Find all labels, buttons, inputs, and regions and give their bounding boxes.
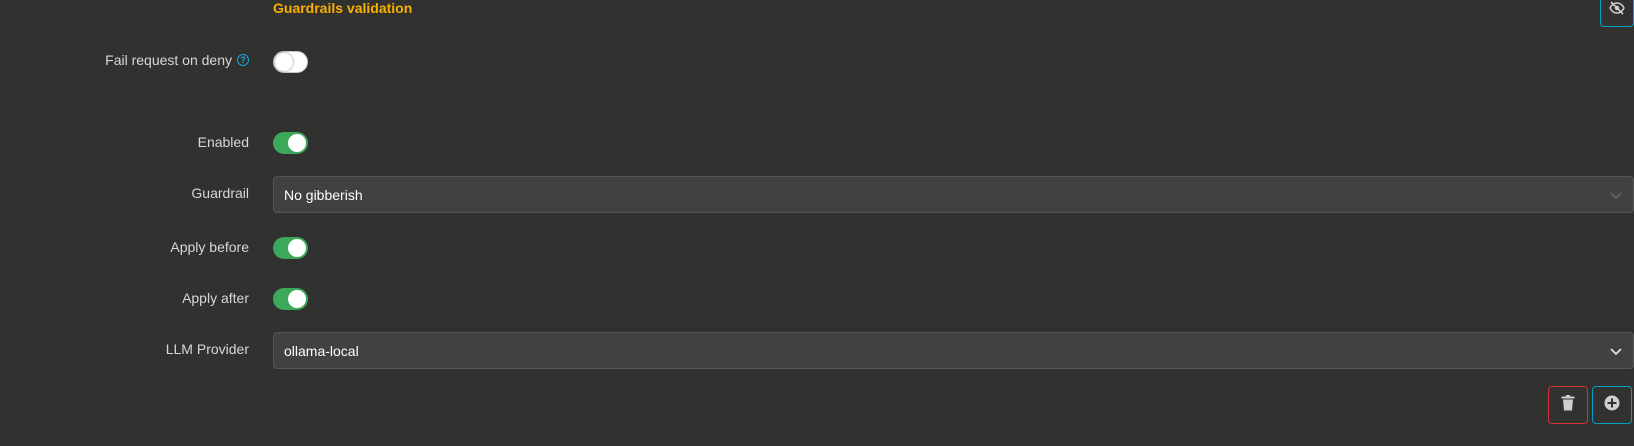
llm-provider-text: LLM Provider [165,341,249,357]
toggle-knob [288,134,306,152]
enabled-toggle[interactable] [273,132,308,154]
guardrail-text: Guardrail [191,185,249,201]
toggle-knob [288,239,306,257]
guardrail-label: Guardrail [191,185,249,201]
guardrail-value: No gibberish [284,186,363,203]
toggle-visibility-button[interactable] [1600,0,1634,27]
chevron-down-icon [1609,346,1623,356]
help-icon[interactable]: ? [237,54,249,66]
apply-before-label: Apply before [170,239,249,255]
trash-icon [1561,394,1575,416]
guardrail-select[interactable]: No gibberish [273,176,1634,213]
plus-circle-icon [1604,395,1620,416]
add-button[interactable] [1592,386,1632,424]
section-title: Guardrails validation [273,0,413,16]
apply-after-toggle[interactable] [273,288,308,310]
fail-request-on-deny-label: Fail request on deny ? [105,52,249,68]
enabled-text: Enabled [197,134,249,150]
apply-before-toggle[interactable] [273,237,308,259]
toggle-knob [288,290,306,308]
delete-button[interactable] [1548,386,1588,424]
fail-request-on-deny-text: Fail request on deny [105,52,232,68]
llm-provider-value: ollama-local [284,342,359,359]
apply-before-text: Apply before [170,239,249,255]
fail-request-on-deny-toggle[interactable] [273,51,308,73]
enabled-label: Enabled [198,134,249,150]
llm-provider-select[interactable]: ollama-local [273,332,1634,369]
apply-after-label: Apply after [182,290,249,306]
guardrails-form: Guardrails validation Fail request on de… [0,0,1634,446]
eye-slash-icon [1609,1,1625,20]
chevron-down-icon [1609,190,1623,200]
toggle-knob [275,53,293,71]
llm-provider-label: LLM Provider [166,341,249,357]
apply-after-text: Apply after [182,290,249,306]
